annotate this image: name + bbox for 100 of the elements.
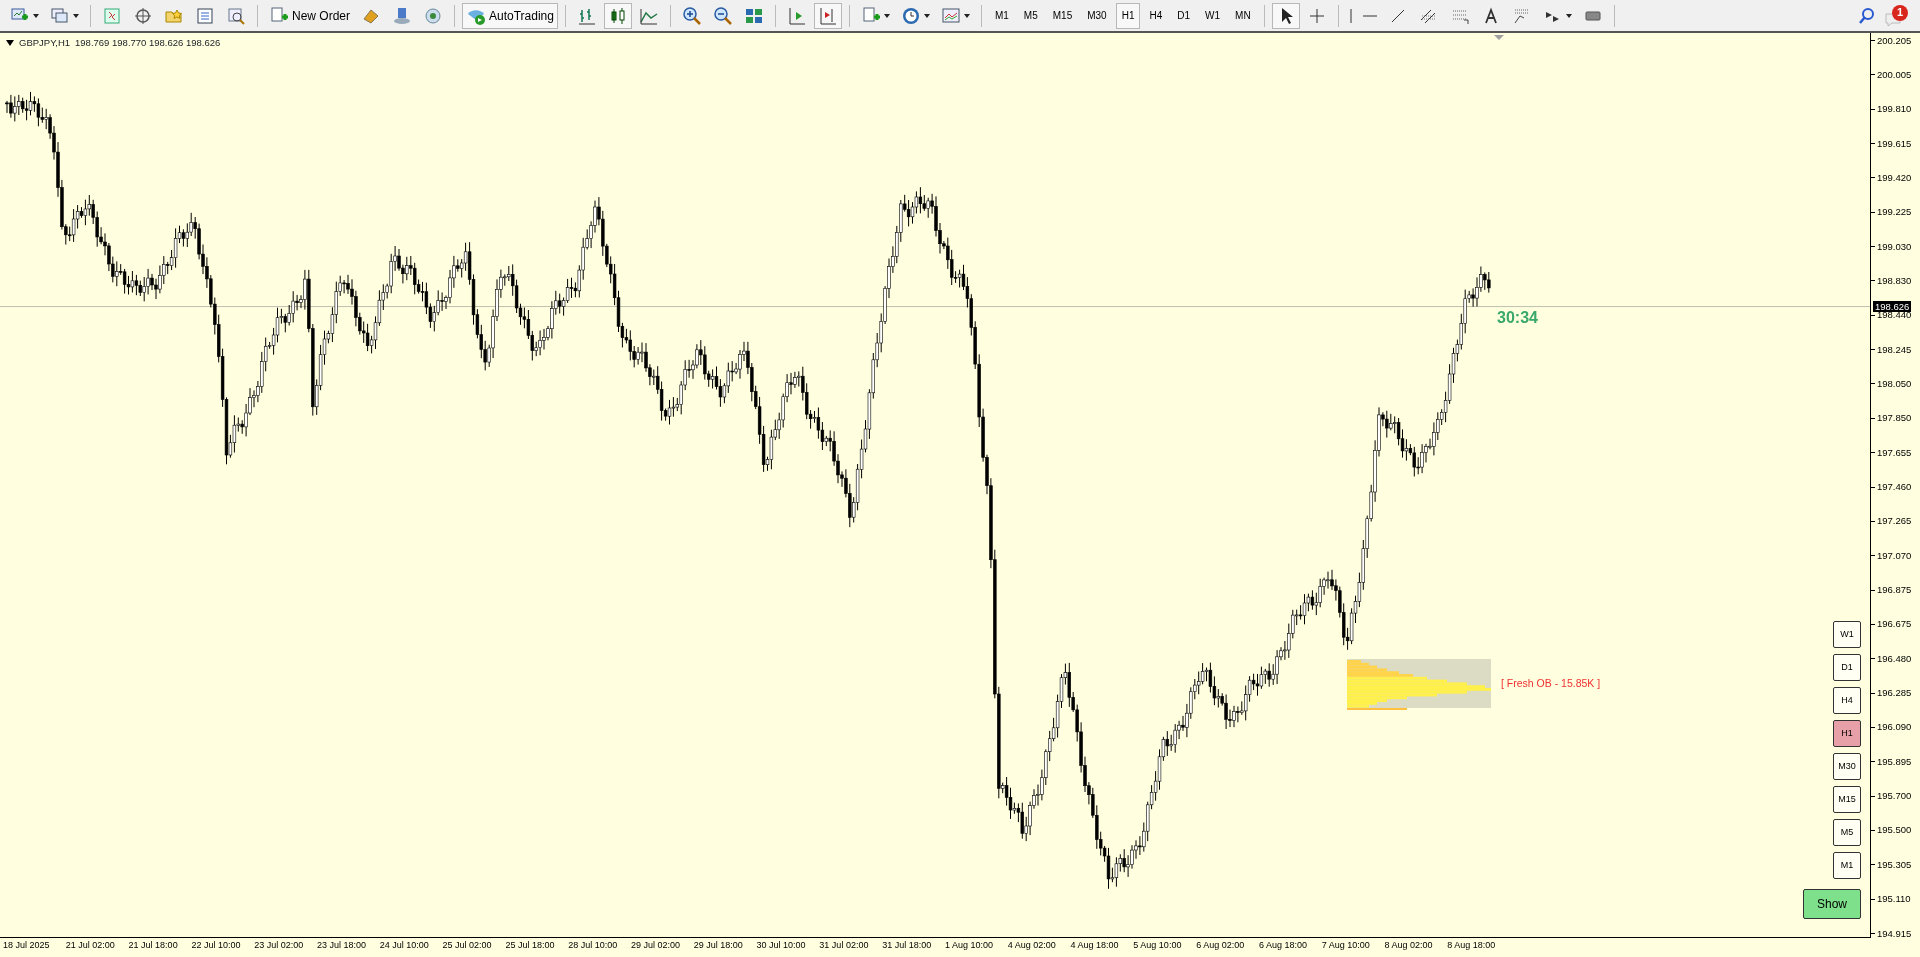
price-axis-label: 199.615 [1877,137,1912,149]
caret-icon [73,13,79,18]
price-axis-label: 199.225 [1877,206,1912,218]
price-axis-label: 198.830 [1877,274,1912,286]
chart-shift-marker-icon[interactable] [1494,35,1504,40]
signal-icon [423,5,443,26]
price-axis-label: 197.070 [1877,549,1912,561]
autotrading-button[interactable]: AutoTrading [462,2,558,29]
price-axis-label: 195.700 [1877,790,1912,802]
time-axis-label: 29 Jul 02:00 [630,940,680,950]
dropdown-triangle-icon[interactable] [6,40,14,47]
crosshair-icon [133,5,153,26]
time-axis-label: 1 Aug 10:00 [944,940,993,950]
time-axis-label: 25 Jul 02:00 [442,940,492,950]
time-axis-label: 23 Jul 18:00 [317,940,367,950]
market-watch-icon [102,5,122,26]
price-axis-label: 198.050 [1877,377,1912,389]
timeframe-button[interactable]: M15 [1833,786,1861,813]
time-axis-label: 28 Jul 10:00 [568,940,618,950]
time-axis-label: 30 Jul 10:00 [756,940,806,950]
timeframe-button[interactable]: M1 [988,2,1015,29]
price-axis-label: 200.005 [1877,68,1912,80]
price-axis-label: 195.500 [1877,824,1912,836]
price-axis-label: 196.875 [1877,584,1912,596]
timeframe-button[interactable]: W1 [1199,2,1227,29]
profiles-icon [50,5,70,26]
price-axis-label: 200.205 [1877,34,1912,46]
timeframe-button[interactable]: M30 [1833,753,1861,780]
timeframe-button[interactable]: M5 [1017,2,1044,29]
price-axis-label: 197.850 [1877,412,1912,424]
time-axis-label: 29 Jul 18:00 [693,940,743,950]
caret-icon [33,13,39,18]
new-order-button[interactable]: New Order [265,2,354,29]
timeframe-button[interactable]: H4 [1143,2,1169,29]
candle-countdown: 30:34 [1497,308,1538,328]
zoom-in-icon [681,5,702,26]
time-axis-label: 25 Jul 18:00 [505,940,555,950]
time-axis-label: 6 Aug 18:00 [1258,940,1307,950]
tester-icon [226,5,246,26]
order-block-label: [ Fresh OB - 15.85K ] [1501,676,1601,691]
time-axis-label: 8 Aug 18:00 [1447,940,1496,950]
show-button[interactable]: Show [1803,889,1861,919]
timeframe-button[interactable]: D1 [1833,654,1861,681]
price-axis-label: 199.420 [1877,171,1912,183]
price-axis-label: 195.110 [1877,893,1911,905]
time-axis-label: 8 Aug 02:00 [1384,940,1433,950]
timeframe-button[interactable]: H4 [1833,687,1861,714]
price-axis-label: 198.440 [1877,309,1912,321]
zoom-out-icon [712,5,733,26]
timeframe-button[interactable]: H1 [1833,720,1861,747]
timeframe-button[interactable]: M5 [1833,819,1861,846]
price-axis-label: 195.895 [1877,755,1912,767]
time-axis-label: 7 Aug 10:00 [1321,940,1370,950]
candle-chart-button[interactable] [603,2,632,29]
price-axis-label: 199.810 [1877,103,1912,115]
timeframe-button[interactable]: MN [1229,2,1257,29]
time-axis-label: 22 Jul 10:00 [191,940,241,950]
autoscroll-button[interactable] [813,2,842,29]
timeframe-button[interactable]: D1 [1171,2,1197,29]
price-axis-label: 196.480 [1877,652,1912,664]
time-axis-label: 5 Aug 10:00 [1133,940,1182,950]
time-axis-label: 21 Jul 18:00 [128,940,178,950]
time-axis-label: 4 Aug 18:00 [1070,940,1119,950]
price-axis-label: 194.915 [1877,927,1912,939]
templates-icon [940,5,961,26]
chart-shift-icon [786,5,807,26]
current-price-label: 198.626 [1873,300,1912,312]
timeframe-button[interactable]: M30 [1081,2,1113,29]
terminal-icon [195,5,215,26]
search-icon [1857,5,1877,26]
vertical-line-icon [1349,8,1352,23]
symbol-label: GBPJPY,H1 [19,36,71,50]
caret-icon [963,13,970,18]
price-axis-label: 197.265 [1877,515,1912,527]
timeframe-button[interactable]: M1 [1833,852,1861,879]
time-axis-label: 6 Aug 02:00 [1196,940,1245,950]
time-axis-label: 18 Jul 2025 [3,940,50,950]
time-axis-label: 31 Jul 02:00 [819,940,869,950]
caret-icon [923,13,930,18]
notification-badge: 1 [1892,4,1908,21]
caret-icon [1565,13,1572,18]
cursor-button[interactable] [1271,2,1300,29]
time-axis-label: 31 Jul 18:00 [882,940,932,950]
price-axis-label: 196.285 [1877,687,1912,699]
ohlc-values: 198.769 198.770 198.626 198.626 [75,36,221,50]
horizontal-line-icon [1362,14,1377,17]
timeframe-button[interactable]: W1 [1833,621,1861,648]
timeframe-button[interactable]: H1 [1115,2,1141,29]
caret-icon [883,13,890,18]
price-axis-label: 196.675 [1877,618,1912,630]
price-axis-label: 197.655 [1877,446,1912,458]
timeframe-button[interactable]: M15 [1046,2,1079,29]
time-axis-label: 24 Jul 10:00 [379,940,429,950]
time-axis-label: 21 Jul 02:00 [65,940,115,950]
time-axis-label: 23 Jul 02:00 [254,940,304,950]
price-axis-label: 196.090 [1877,721,1912,733]
autoscroll-icon [817,5,838,26]
price-axis-label: 199.030 [1877,240,1912,252]
price-axis-label: 195.305 [1877,858,1912,870]
time-axis-label: 4 Aug 02:00 [1007,940,1056,950]
